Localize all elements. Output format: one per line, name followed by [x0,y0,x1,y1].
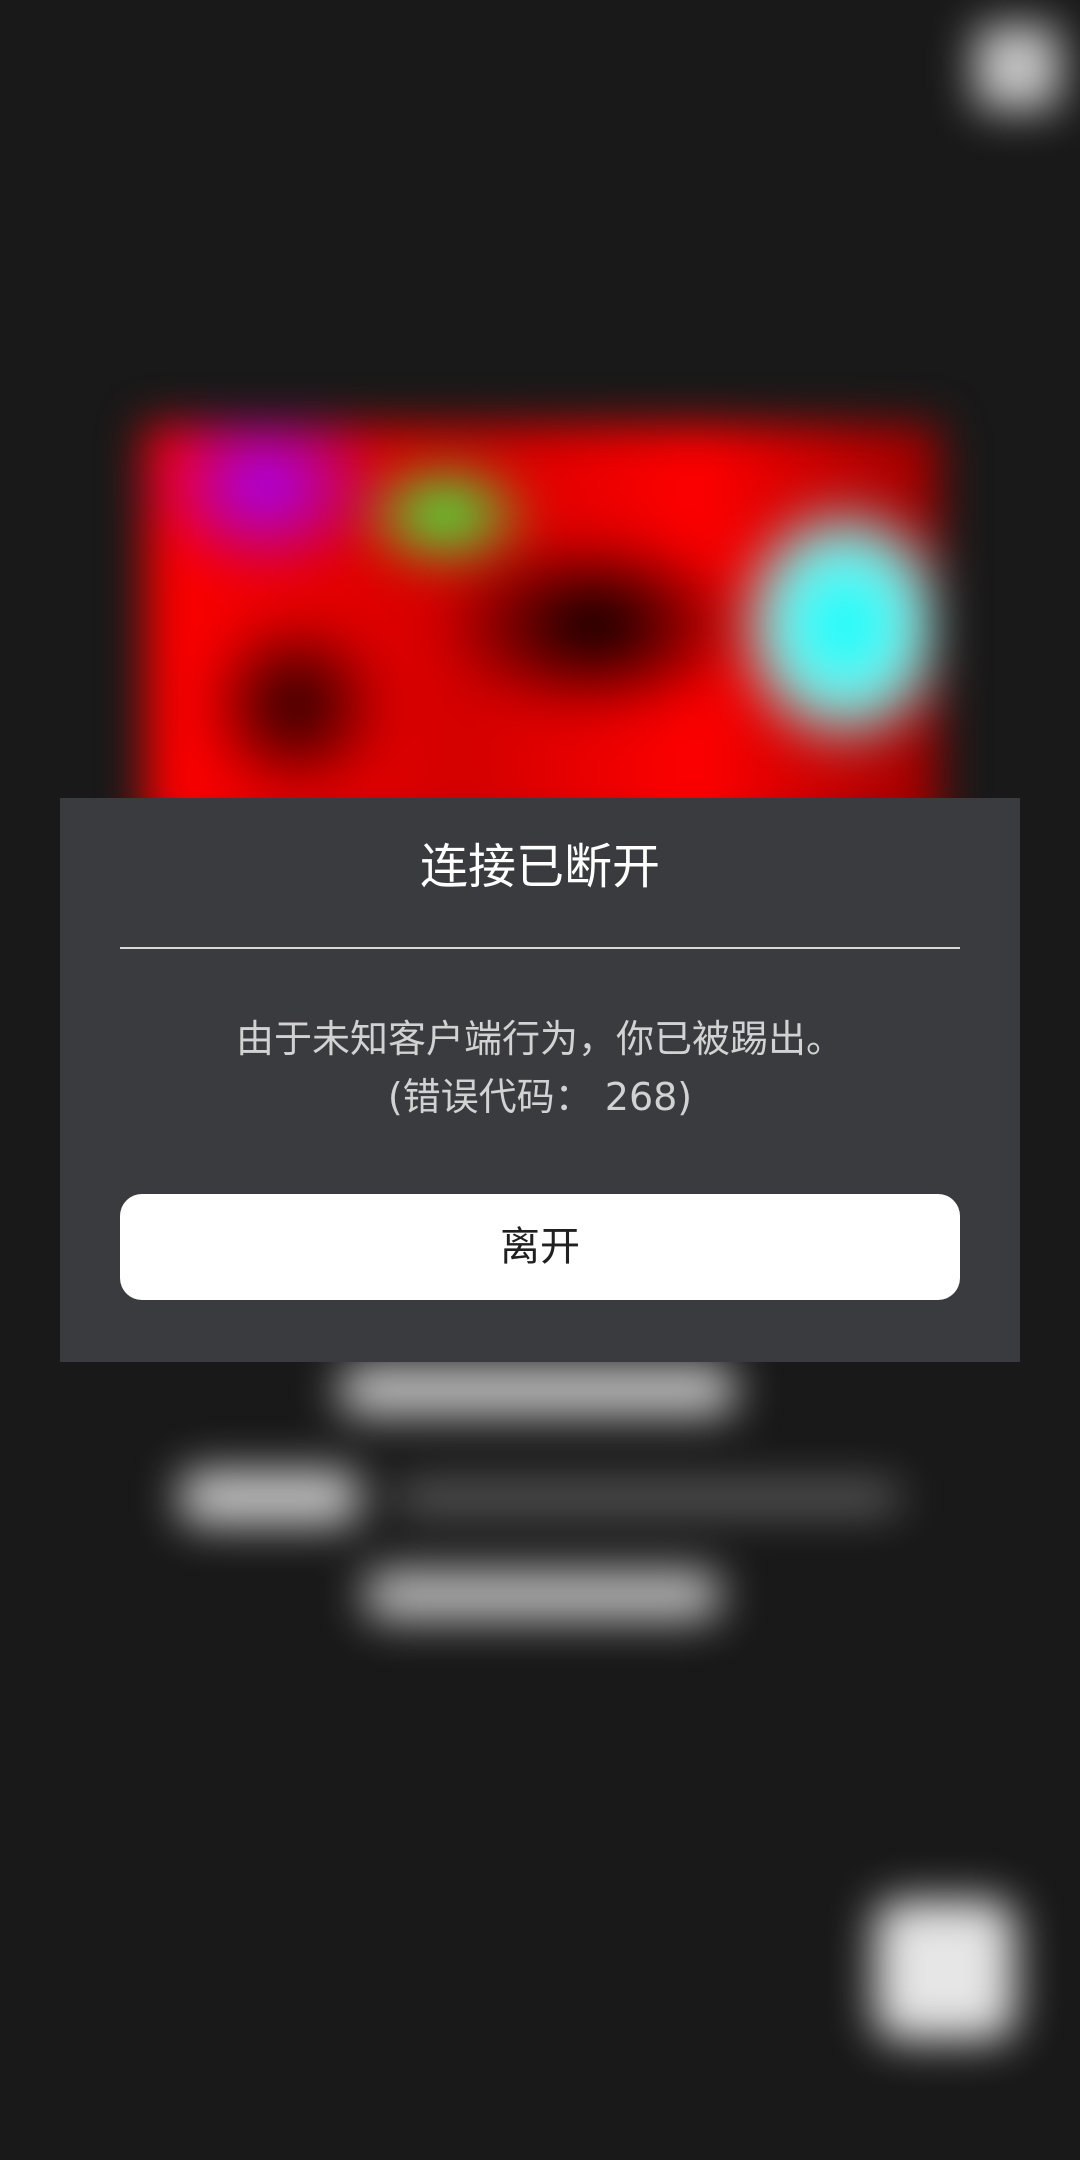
kick-reason-text: 由于未知客户端行为，你已被踢出。 [235,1017,844,1061]
close-icon [975,25,1060,110]
blurred-creator-label [180,1470,360,1525]
disconnect-screen: 连接已断开 由于未知客户端行为，你已被踢出。 (错误代码： 268) 离开 [0,0,1080,2160]
leave-button[interactable]: 离开 [120,1194,960,1300]
blurred-description [395,1485,900,1510]
dialog-title: 连接已断开 [419,839,660,895]
title-divider [120,947,960,949]
blurred-status-text [365,1570,720,1620]
blurred-action-button [875,1900,1015,2040]
dialog-message: 由于未知客户端行为，你已被踢出。 (错误代码： 268) [100,1010,980,1126]
error-code-text: (错误代码： 268) [387,1075,693,1119]
disconnect-dialog: 连接已断开 由于未知客户端行为，你已被踢出。 (错误代码： 268) 离开 [60,798,1020,1362]
blurred-game-title [340,1365,735,1415]
game-thumbnail [145,425,940,835]
